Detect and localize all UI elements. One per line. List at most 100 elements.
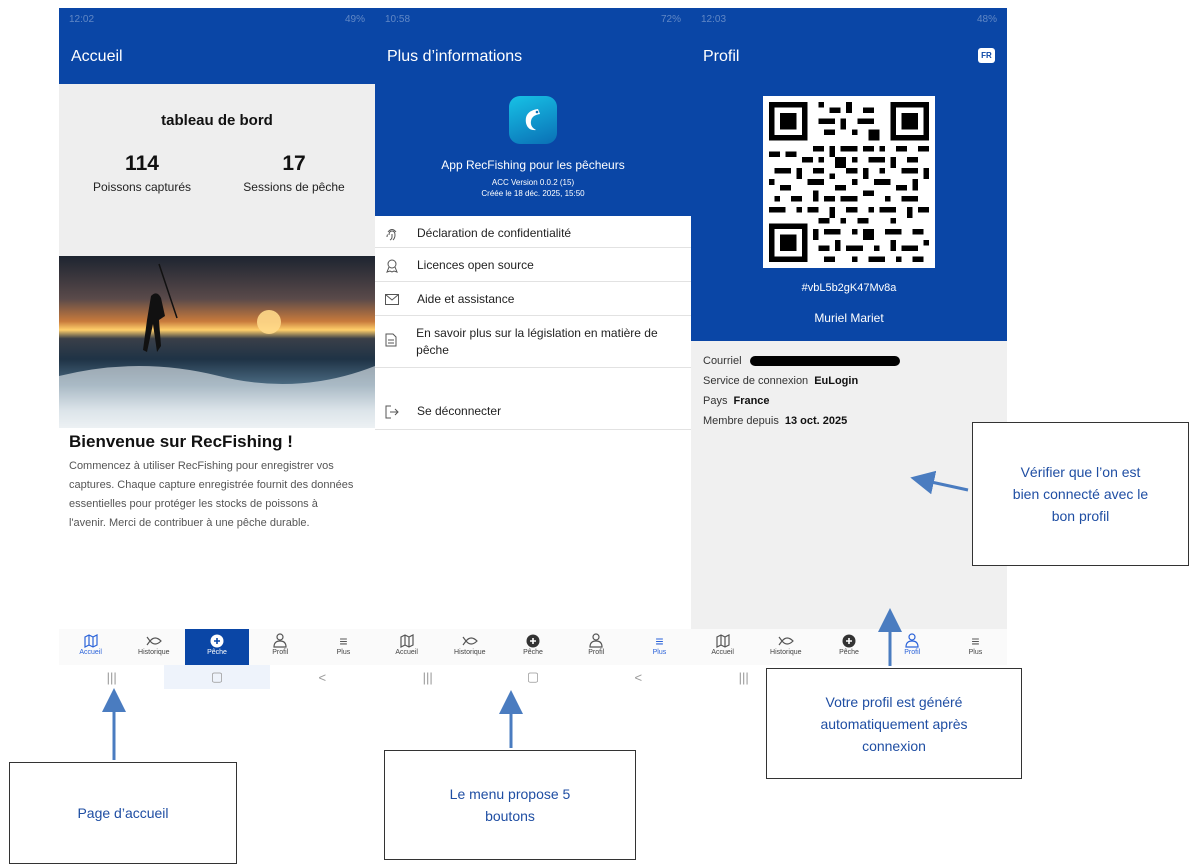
nav-label: Accueil	[79, 649, 102, 656]
page-title: Plus d’informations	[387, 48, 523, 65]
nav-label: Accueil	[395, 649, 418, 656]
nav-plus[interactable]: ≡ Plus	[312, 629, 375, 665]
dashboard-title: tableau de bord	[161, 112, 273, 129]
page-title: Profil	[703, 48, 740, 65]
callout-text: automatiquement après	[820, 715, 968, 732]
callout-home-page: Page d’accueil	[9, 762, 237, 864]
callout-text: boutons	[485, 808, 535, 824]
nav-profil[interactable]: Profil	[565, 629, 628, 665]
recents-icon[interactable]: |||	[59, 665, 164, 689]
fish-caught-value: 114	[125, 152, 159, 175]
fish-caught-stat: 114 Poissons capturés	[67, 152, 217, 194]
fish-icon	[778, 632, 794, 649]
app-info-header: App RecFishing pour les pêcheurs ACC Ver…	[375, 84, 691, 216]
nav-label: Accueil	[711, 649, 734, 656]
menu-logout[interactable]: Se déconnecter	[375, 368, 691, 430]
fish-icon	[146, 632, 162, 649]
qr-code	[763, 96, 935, 268]
nav-plus[interactable]: ≡ Plus	[944, 629, 1007, 665]
back-icon[interactable]: <	[270, 665, 375, 689]
nav-profil[interactable]: Profil	[881, 629, 944, 665]
bottom-nav: Accueil Historique Pêche Profil ≡ Plus	[691, 629, 1007, 665]
profile-name: Muriel Mariet	[814, 311, 884, 325]
profile-header: #vbL5b2gK47Mv8a Muriel Mariet	[691, 84, 1007, 341]
member-row: Membre depuis 13 oct. 2025	[703, 411, 995, 431]
menu-licenses[interactable]: Licences open source	[375, 248, 691, 282]
profile-details: Courriel Service de connexion EuLogin Pa…	[691, 341, 1007, 629]
menu-label: Déclaration de confidentialité	[417, 226, 572, 240]
fisherman-silhouette	[59, 263, 375, 428]
nav-accueil[interactable]: Accueil	[691, 629, 754, 665]
nav-label: Profil	[588, 649, 605, 656]
more-info-screen: 10:58 72% Plus d’informations App RecFis…	[375, 8, 691, 689]
country-row: Pays France	[703, 391, 995, 411]
nav-peche[interactable]: Pêche	[185, 629, 249, 665]
callout-text: Vérifier que l’on est	[1020, 464, 1141, 480]
nav-plus[interactable]: ≡ Plus	[628, 629, 691, 665]
fishing-sessions-value: 17	[282, 152, 306, 175]
status-battery: 49%	[344, 13, 365, 25]
email-label: Courriel	[703, 355, 742, 367]
logout-icon	[385, 405, 403, 422]
callout-text: Le menu propose 5	[449, 786, 571, 802]
app-build-date: Créée le 18 déc. 2025, 15:50	[481, 189, 585, 198]
nav-label: Historique	[138, 649, 170, 656]
nav-accueil[interactable]: Accueil	[375, 629, 438, 665]
bottom-nav: Accueil Historique Pêche Profil ≡ Plus	[59, 629, 375, 665]
service-row: Service de connexion EuLogin	[703, 371, 995, 391]
recents-icon[interactable]: |||	[375, 665, 480, 689]
fishing-photo	[59, 256, 375, 428]
nav-label: Profil	[272, 649, 289, 656]
nav-historique[interactable]: Historique	[754, 629, 817, 665]
award-icon	[385, 259, 403, 276]
fishing-sessions-stat: 17 Sessions de pêche	[219, 152, 369, 194]
menu-icon: ≡	[339, 632, 348, 649]
nav-label: Plus	[968, 649, 983, 656]
status-time: 12:02	[69, 13, 95, 25]
home-icon[interactable]: ▢	[164, 665, 270, 689]
menu-label: En savoir plus sur la législation en mat…	[416, 326, 658, 357]
welcome-text: Commencez à utiliser RecFishing pour enr…	[69, 460, 354, 529]
country-value: France	[733, 395, 770, 407]
app-bar: Profil FR	[691, 30, 1007, 84]
person-icon	[905, 632, 919, 649]
menu-privacy[interactable]: Déclaration de confidentialité	[375, 216, 691, 248]
app-bar: Accueil	[59, 30, 375, 84]
nav-peche[interactable]: Pêche	[817, 629, 880, 665]
menu-help[interactable]: Aide et assistance	[375, 282, 691, 316]
nav-label: Historique	[770, 649, 802, 656]
system-nav-bar: ||| ▢ <	[59, 665, 375, 689]
nav-accueil[interactable]: Accueil	[59, 629, 122, 665]
recfishing-logo-icon	[509, 96, 557, 144]
profile-id: #vbL5b2gK47Mv8a	[801, 282, 897, 294]
bottom-nav: Accueil Historique Pêche Profil ≡ Plus	[375, 629, 691, 665]
person-icon	[273, 632, 287, 649]
status-time: 10:58	[385, 13, 411, 25]
callout-check-profile: Vérifier que l’on est bien connecté avec…	[972, 422, 1189, 566]
nav-label: Pêche	[839, 649, 859, 656]
home-screen: 12:02 49% Accueil tableau de bord 114 Po…	[59, 8, 375, 689]
email-row: Courriel	[703, 351, 995, 371]
member-label: Membre depuis	[703, 415, 779, 427]
menu-legislation[interactable]: En savoir plus sur la législation en mat…	[375, 316, 691, 368]
welcome-heading: Bienvenue sur RecFishing !	[69, 432, 293, 451]
nav-label: Pêche	[523, 649, 543, 656]
nav-label: Pêche	[207, 649, 227, 656]
nav-profil[interactable]: Profil	[249, 629, 312, 665]
menu-label: Licences open source	[417, 258, 534, 272]
callout-menu-buttons: Le menu propose 5 boutons	[384, 750, 636, 860]
nav-peche[interactable]: Pêche	[501, 629, 564, 665]
status-bar: 12:02 49%	[59, 8, 375, 30]
home-icon[interactable]: ▢	[480, 665, 585, 689]
status-time: 12:03	[701, 13, 727, 25]
qr-code-icon	[769, 102, 929, 262]
country-label: Pays	[703, 395, 728, 407]
language-badge[interactable]: FR	[978, 48, 995, 63]
nav-historique[interactable]: Historique	[122, 629, 185, 665]
mail-icon	[385, 293, 403, 308]
nav-historique[interactable]: Historique	[438, 629, 501, 665]
back-icon[interactable]: <	[586, 665, 691, 689]
callout-profile-generated: Votre profil est généré automatiquement …	[766, 668, 1022, 779]
member-value: 13 oct. 2025	[784, 415, 848, 427]
page-title: Accueil	[71, 48, 123, 65]
